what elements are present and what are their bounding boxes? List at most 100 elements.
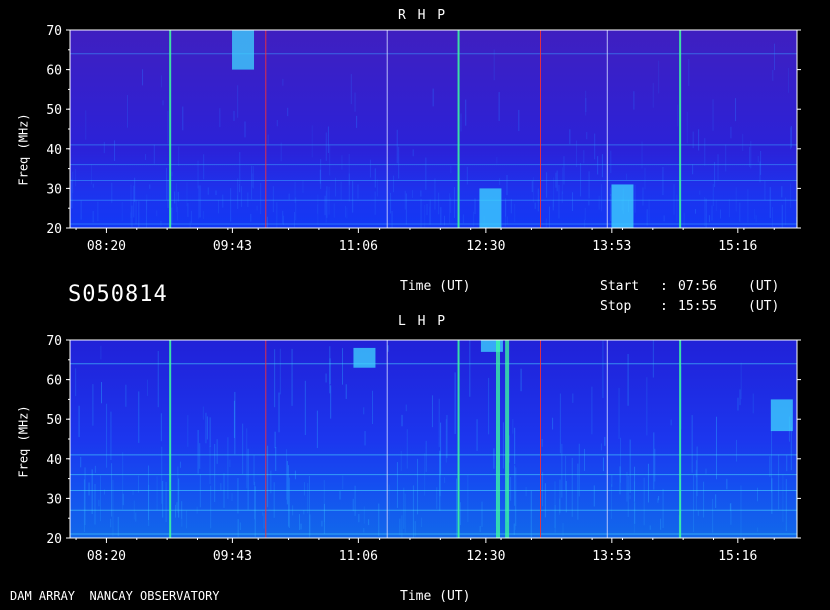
lhp-noise-streak xyxy=(345,384,347,399)
lhp-noise-streak xyxy=(363,506,365,524)
lhp-noise-streak xyxy=(279,348,281,395)
lhp-noise-streak xyxy=(254,481,256,520)
lhp-noise-streak xyxy=(404,493,406,533)
lhp-noise-streak xyxy=(502,422,504,469)
lhp-noise-streak xyxy=(467,474,469,523)
rhp-noise-streak xyxy=(317,194,319,226)
lhp-noise-streak xyxy=(712,498,714,533)
lhp-noise-streak xyxy=(205,412,207,444)
lhp-noise-streak xyxy=(125,384,127,407)
rhp-noise-streak xyxy=(429,199,431,225)
rhp-noise-streak xyxy=(346,207,348,219)
rhp-noise-streak xyxy=(160,220,162,226)
rhp-noise-streak xyxy=(166,167,168,200)
rhp-noise-streak xyxy=(449,193,451,224)
lhp-noise-streak xyxy=(456,478,458,538)
lhp-noise-streak xyxy=(80,456,82,468)
stop-ut: (UT) xyxy=(748,299,780,314)
lhp-noise-streak xyxy=(100,345,102,360)
rhp-noise-streak xyxy=(558,184,560,219)
rhp-noise-streak xyxy=(189,221,191,228)
rhp-noise-streak xyxy=(585,90,587,116)
lhp-ytick-label: 70 xyxy=(46,334,62,349)
lhp-noise-streak xyxy=(148,484,150,526)
lhp-noise-streak xyxy=(325,373,327,383)
lhp-noise-streak xyxy=(493,448,495,469)
rhp-noise-streak xyxy=(705,198,707,228)
lhp-noise-streak xyxy=(593,485,595,507)
rhp-noise-streak xyxy=(496,156,498,164)
rhp-noise-streak xyxy=(676,194,678,222)
rhp-noise-streak xyxy=(580,163,582,197)
lhp-ytick-label: 60 xyxy=(46,374,62,389)
rhp-noise-streak xyxy=(453,186,455,218)
rhp-noise-streak xyxy=(239,183,241,193)
lhp-noise-streak xyxy=(110,518,112,528)
lhp-xtick-label: 09:43 xyxy=(213,549,252,564)
lhp-noise-streak xyxy=(358,514,360,523)
rhp-noise-streak xyxy=(677,104,679,127)
rhp-noise-streak xyxy=(704,197,706,227)
rhp-noise-streak xyxy=(357,184,359,199)
lhp-noise-streak xyxy=(786,455,788,472)
rhp-noise-streak xyxy=(425,157,427,190)
lhp-noise-streak xyxy=(703,481,705,518)
rhp-noise-streak xyxy=(233,110,235,121)
lhp-noise-streak xyxy=(270,470,272,494)
rhp-noise-streak xyxy=(764,180,766,200)
rhp-noise-streak xyxy=(720,209,722,219)
rhp-noise-streak xyxy=(145,200,147,228)
rhp-noise-streak xyxy=(588,200,590,206)
lhp-noise-streak xyxy=(604,436,606,446)
rhp-noise-streak xyxy=(260,182,262,215)
rhp-noise-streak xyxy=(725,144,727,172)
lhp-noise-streak xyxy=(286,460,288,505)
lhp-noise-streak xyxy=(210,485,212,529)
lhp-noise-streak xyxy=(611,484,613,519)
rhp-noise-streak xyxy=(594,133,596,160)
rhp-noise-streak xyxy=(198,185,200,219)
rhp-burst-region xyxy=(232,30,255,70)
rhp-noise-streak xyxy=(145,154,147,161)
rhp-noise-streak xyxy=(514,203,516,223)
lhp-noise-streak xyxy=(323,480,325,522)
rhp-noise-streak xyxy=(545,218,547,228)
rhp-noise-streak xyxy=(374,191,376,215)
lhp-noise-streak xyxy=(778,454,780,510)
rhp-noise-streak xyxy=(327,126,329,154)
rhp-ytick-label: 40 xyxy=(46,143,62,158)
rhp-noise-streak xyxy=(134,177,136,202)
lhp-noise-streak xyxy=(247,448,249,510)
lhp-noise-streak xyxy=(559,393,561,454)
lhp-noise-streak xyxy=(757,527,759,532)
lhp-noise-streak xyxy=(572,393,574,403)
rhp-noise-streak xyxy=(288,193,290,200)
rhp-noise-streak xyxy=(287,107,289,117)
rhp-noise-streak xyxy=(648,199,650,223)
lhp-noise-streak xyxy=(510,476,512,501)
rhp-ytick-label: 30 xyxy=(46,182,62,197)
lhp-noise-streak xyxy=(157,351,159,408)
lhp-noise-streak xyxy=(552,417,554,430)
lhp-noise-streak xyxy=(431,395,433,428)
rhp-noise-streak xyxy=(398,146,400,179)
rhp-noise-streak xyxy=(239,152,241,184)
rhp-noise-streak xyxy=(583,150,585,164)
lhp-noise-streak xyxy=(514,427,516,465)
lhp-noise-streak xyxy=(715,416,717,480)
start-ut: (UT) xyxy=(748,279,780,294)
rhp-ytick-label: 60 xyxy=(46,64,62,79)
rhp-noise-streak xyxy=(190,210,192,224)
lhp-noise-streak xyxy=(387,345,389,352)
rhp-noise-streak xyxy=(354,92,356,112)
rhp-noise-streak xyxy=(207,187,209,195)
rhp-noise-streak xyxy=(340,181,342,201)
rhp-noise-streak xyxy=(695,209,697,214)
rhp-noise-streak xyxy=(601,154,603,178)
lhp-noise-streak xyxy=(578,443,580,497)
lhp-noise-streak xyxy=(216,439,218,464)
rhp-noise-streak xyxy=(376,179,378,197)
rhp-noise-streak xyxy=(586,132,588,140)
rhp-noise-streak xyxy=(412,149,414,157)
rhp-noise-streak xyxy=(162,100,164,106)
